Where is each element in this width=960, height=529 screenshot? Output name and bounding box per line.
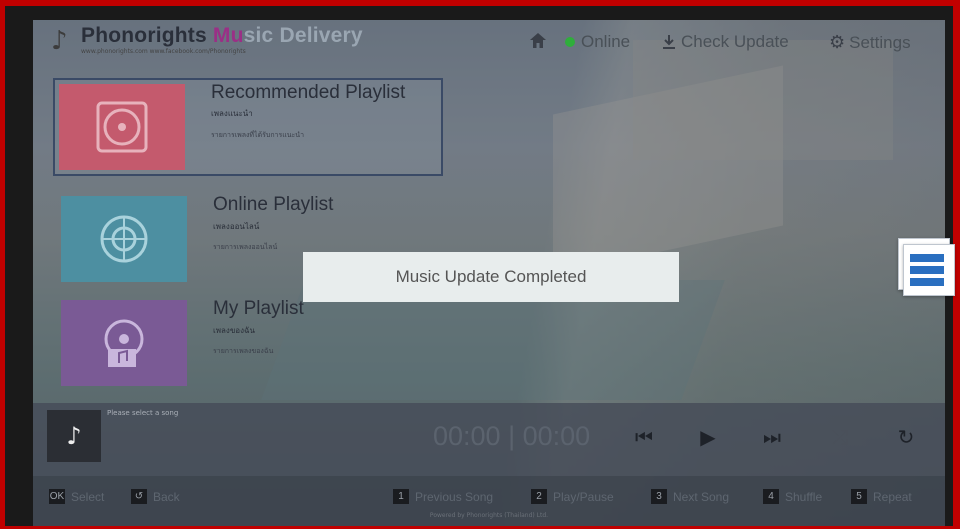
shortcut-help-bar: OK Select ↺ Back 1 Previous Song 2 Play/Paus… — [33, 476, 945, 526]
app-title-part: Phonorights — [81, 24, 213, 47]
footer-credit: Powered by Phonorights (Thailand) Ltd. — [429, 512, 549, 519]
shortcut-back: ↺ Back — [131, 489, 180, 504]
next-icon: ⏭ — [763, 425, 781, 449]
gear-icon: ⚙ — [829, 32, 846, 52]
shuffle-icon: ⤮ — [832, 425, 848, 449]
device-frame: ♪ Phonorights Music Delivery www.phonori… — [5, 6, 953, 526]
playlist-subtitle: เพลงของฉัน — [213, 326, 255, 335]
album-cover: ♪ — [47, 410, 101, 462]
shortcut-repeat: 5 Repeat — [851, 489, 912, 504]
shortcut-next: 3 Next Song — [651, 489, 729, 504]
online-thumb — [61, 196, 187, 282]
check-update-label: Check Update — [681, 32, 789, 51]
shortcut-label: Back — [153, 489, 180, 504]
side-panel-sheet — [903, 244, 955, 296]
music-note-logo-icon: ♪ — [51, 26, 68, 56]
previous-icon: ⏮ — [635, 425, 653, 449]
playlist-title: Online Playlist — [213, 194, 334, 215]
online-status: Online — [565, 32, 630, 52]
online-dot-icon — [565, 37, 575, 47]
key-4-icon: 4 — [763, 489, 779, 504]
globe-disc-icon — [100, 215, 148, 263]
playlist-item-recommended[interactable]: Recommended Playlist เพลงแนะนำ รายการเพล… — [53, 78, 443, 176]
app-screen: ♪ Phonorights Music Delivery www.phonori… — [33, 20, 945, 526]
shortcut-previous: 1 Previous Song — [393, 489, 493, 504]
download-icon — [663, 35, 675, 49]
home-button[interactable] — [529, 32, 547, 49]
shortcut-label: Repeat — [873, 489, 912, 504]
shortcut-label: Previous Song — [415, 489, 494, 504]
playlist-description: รายการเพลงของฉัน — [213, 347, 274, 355]
menu-bar — [910, 254, 944, 262]
key-1-icon: 1 — [393, 489, 409, 504]
update-toast: Music Update Completed — [303, 252, 679, 302]
settings-button[interactable]: ⚙ Settings — [829, 32, 911, 53]
app-title: Phonorights Music Delivery — [81, 24, 363, 48]
shortcut-label: Select — [71, 489, 105, 504]
key-3-icon: 3 — [651, 489, 667, 504]
play-icon: ▶ — [700, 425, 716, 449]
home-icon — [530, 33, 546, 48]
side-panel-toggle[interactable] — [896, 238, 955, 298]
shortcut-label: Play/Pause — [553, 489, 614, 504]
online-label: Online — [581, 32, 631, 51]
repeat-button[interactable]: ↻ — [891, 425, 921, 449]
shuffle-button[interactable]: ⤮ — [825, 425, 855, 449]
back-key-icon: ↺ — [131, 489, 147, 504]
key-2-icon: 2 — [531, 489, 547, 504]
player-bar: ♪ Please select a song 00:00 | 00:00 ⏮ ▶… — [33, 403, 945, 476]
shortcut-shuffle: 4 Shuffle — [763, 489, 822, 504]
menu-bar — [910, 266, 944, 274]
app-title-part: sic Delivery — [243, 24, 363, 47]
playlist-description: รายการเพลงที่ได้รับการแนะนำ — [211, 131, 305, 139]
time-display: 00:00 | 00:00 — [433, 421, 591, 451]
check-update-button[interactable]: Check Update — [661, 32, 789, 52]
app-header: ♪ Phonorights Music Delivery www.phonori… — [33, 20, 945, 66]
shortcut-select: OK Select — [49, 489, 104, 504]
shortcut-play-pause: 2 Play/Pause — [531, 489, 614, 504]
next-button[interactable]: ⏭ — [757, 425, 787, 449]
playlist-title: My Playlist — [213, 298, 304, 319]
menu-bar — [910, 278, 944, 286]
playlist-subtitle: เพลงแนะนำ — [211, 109, 253, 118]
playlist-item-my[interactable]: My Playlist เพลงของฉัน รายการเพลงของฉัน — [55, 294, 445, 386]
settings-label: Settings — [849, 32, 911, 52]
music-note-icon: ♪ — [66, 422, 82, 450]
my-playlist-thumb — [61, 300, 187, 386]
song-hint: Please select a song — [107, 409, 179, 417]
app-url: www.phonorights.com www.facebook.com/Pho… — [81, 48, 246, 55]
shortcut-label: Next Song — [673, 489, 730, 504]
disc-icon — [96, 101, 148, 153]
ok-key-icon: OK — [49, 489, 65, 504]
playlist-title: Recommended Playlist — [211, 82, 406, 103]
playlist-subtitle: เพลงออนไลน์ — [213, 222, 260, 231]
play-button[interactable]: ▶ — [693, 425, 723, 449]
key-5-icon: 5 — [851, 489, 867, 504]
recommended-thumb — [59, 84, 185, 170]
previous-button[interactable]: ⏮ — [629, 425, 659, 449]
music-disc-icon — [104, 319, 144, 367]
shortcut-label: Shuffle — [785, 489, 823, 504]
repeat-icon: ↻ — [897, 425, 915, 449]
app-title-part: Mu — [212, 24, 244, 47]
